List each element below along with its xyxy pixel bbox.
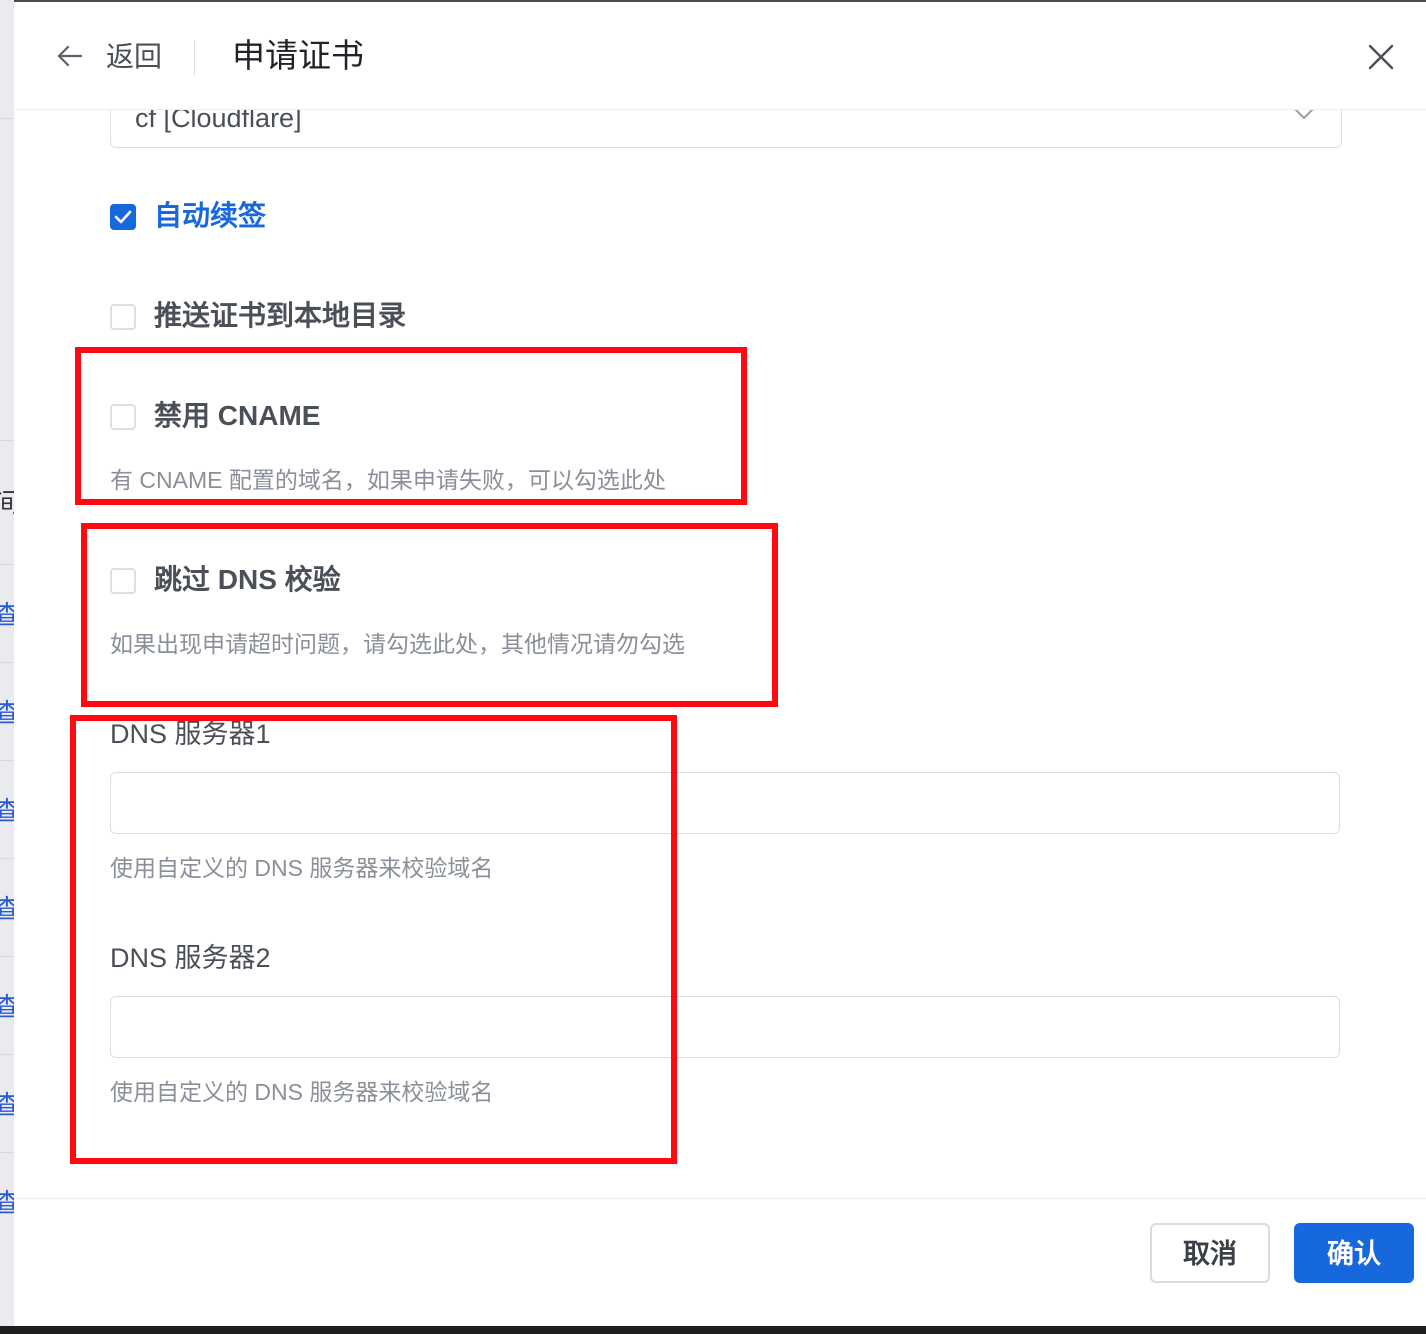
push-local-checkbox[interactable] [110,304,136,330]
bg-link-fragment[interactable]: 查 [0,992,14,1022]
close-icon[interactable] [1366,42,1396,72]
bg-divider [0,1054,14,1055]
bg-divider [0,440,14,441]
skip-dns-checkbox-row[interactable]: 跳过 DNS 校验 [110,564,370,604]
bg-divider [0,760,14,761]
bg-link-fragment[interactable]: 查 [0,796,14,826]
bg-link-fragment[interactable]: 查 [0,600,14,630]
disable-cname-checkbox[interactable] [110,404,136,430]
bg-divider [0,662,14,663]
bg-partial-label: 间 [0,488,14,518]
bg-divider [0,1152,14,1153]
dns-server-1-input[interactable] [110,772,1340,834]
drawer-footer: 取消 确认 [14,1198,1426,1327]
auto-renew-checkbox-row[interactable]: 自动续签 [110,200,310,240]
cancel-button[interactable]: 取消 [1150,1223,1270,1283]
bg-divider [0,956,14,957]
background-page-strip: 间 查 查 查 查 查 查 查 [0,0,14,1334]
bg-link-fragment[interactable]: 查 [0,1188,14,1218]
disable-cname-label: 禁用 CNAME [154,400,321,431]
apply-certificate-drawer: 返回 申请证书 cf [Cloudflare] 自动续签 推送证书到本地目录 禁… [14,2,1426,1327]
drawer-header: 返回 申请证书 [14,2,1426,110]
auto-renew-label: 自动续签 [154,200,267,231]
drawer-title: 申请证书 [232,37,364,74]
disable-cname-checkbox-row[interactable]: 禁用 CNAME [110,400,350,440]
skip-dns-checkbox[interactable] [110,568,136,594]
dns-server-2-input[interactable] [110,996,1340,1058]
bg-divider [0,858,14,859]
skip-dns-help: 如果出现申请超时问题，请勾选此处，其他情况请勿勾选 [110,631,685,657]
dns-server-2-help: 使用自定义的 DNS 服务器来校验域名 [110,1079,494,1105]
back-arrow-icon[interactable] [56,42,84,70]
skip-dns-label: 跳过 DNS 校验 [154,564,341,595]
disable-cname-help: 有 CNAME 配置的域名，如果申请失败，可以勾选此处 [110,467,666,493]
push-local-label: 推送证书到本地目录 [154,300,407,331]
dns-server-1-help: 使用自定义的 DNS 服务器来校验域名 [110,855,494,881]
drawer-body[interactable]: cf [Cloudflare] 自动续签 推送证书到本地目录 禁用 CNAME … [14,2,1426,1198]
window-bottom-bar [0,1326,1426,1334]
dns-server-1-label: DNS 服务器1 [110,719,271,749]
push-local-checkbox-row[interactable]: 推送证书到本地目录 [110,300,430,340]
bg-divider [0,118,14,119]
bg-link-fragment[interactable]: 查 [0,1090,14,1120]
auto-renew-checkbox[interactable] [110,204,136,230]
bg-link-fragment[interactable]: 查 [0,698,14,728]
screenshot-root: 间 查 查 查 查 查 查 查 返回 申请证书 cf [Cloudflare] … [0,0,1426,1334]
back-button[interactable]: 返回 [106,38,162,76]
bg-link-fragment[interactable]: 查 [0,894,14,924]
dns-server-2-label: DNS 服务器2 [110,943,271,973]
check-icon [114,210,132,224]
bg-divider [0,564,14,565]
header-divider [194,40,195,76]
confirm-button[interactable]: 确认 [1294,1223,1414,1283]
